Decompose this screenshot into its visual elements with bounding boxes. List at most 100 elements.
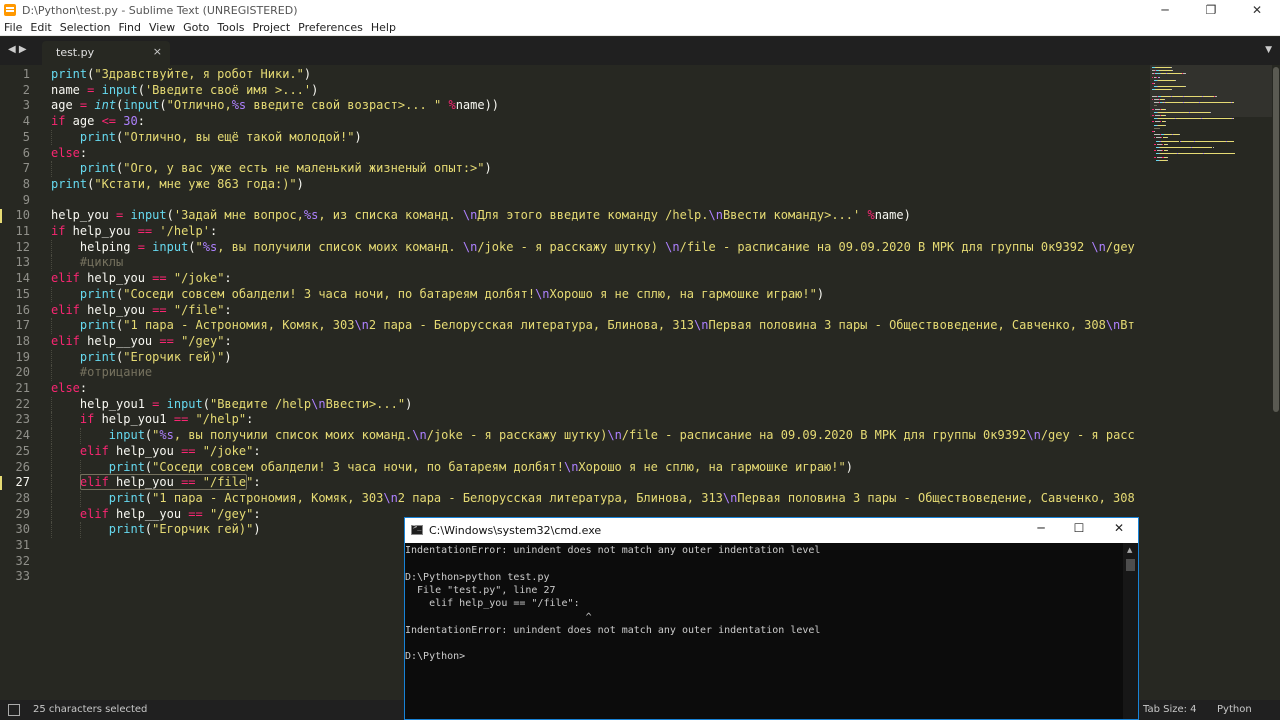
line-number: 20 [15, 365, 30, 380]
menu-selection[interactable]: Selection [56, 21, 115, 34]
code-token: /joke - я расскажу шутку) [477, 239, 666, 254]
indent-guide [51, 129, 52, 146]
code-token: elif [51, 302, 80, 317]
tab-test-py[interactable]: test.py × [42, 41, 170, 65]
minimize-button[interactable]: ─ [1142, 0, 1188, 20]
code-line: print("Соседи совсем обалдели! 3 часа но… [51, 287, 824, 303]
cmd-scrollbar[interactable]: ▲ [1123, 543, 1138, 719]
code-token: /gey - я расс [1040, 428, 1135, 443]
cmd-window[interactable]: C:\Windows\system32\cmd.exe ─ ☐ ✕ Indent… [404, 517, 1139, 720]
code-token: "Отлично, вы ещё такой молодой!" [123, 129, 355, 144]
code-token: ) [405, 396, 413, 411]
code-token: "1 пара - Астрономия, Комяк, 303 [123, 318, 355, 333]
code-line: help_you1 = input("Введите /help\nВвести… [51, 397, 412, 413]
line-number: 23 [15, 412, 30, 427]
code-token: : [253, 443, 261, 458]
code-token: print [51, 67, 88, 81]
cmd-output-line: IndentationError: unindent does not matc… [405, 545, 821, 556]
cmd-title-bar[interactable]: C:\Windows\system32\cmd.exe ─ ☐ ✕ [405, 518, 1138, 543]
cmd-scrollbar-thumb[interactable] [1126, 559, 1135, 571]
indent-guide [51, 349, 52, 366]
menu-preferences[interactable]: Preferences [294, 21, 367, 34]
scrollbar-thumb[interactable] [1273, 67, 1279, 412]
code-token: elif [51, 271, 80, 286]
minimap-line [1167, 143, 1168, 145]
restore-button[interactable]: ❐ [1188, 0, 1234, 20]
indent-guide [51, 475, 52, 491]
code-token: /file - расписание на 09.09.2020 В МРК д… [621, 428, 1027, 443]
minimap[interactable] [1150, 65, 1272, 700]
line-number: 21 [15, 381, 30, 395]
cmd-output[interactable]: IndentationError: unindent does not matc… [405, 543, 1123, 719]
minimap-line [1165, 121, 1166, 123]
line-number: 14 [15, 271, 30, 286]
code-token: print [108, 522, 145, 537]
cmd-title: C:\Windows\system32\cmd.exe [429, 524, 602, 537]
code-token: : [209, 224, 218, 238]
panel-switcher-icon[interactable] [8, 704, 20, 716]
indent-guide [79, 490, 81, 507]
menu-project[interactable]: Project [249, 21, 295, 34]
code-token: else [51, 145, 80, 160]
tab-size-status[interactable]: Tab Size: 4 [1143, 704, 1197, 715]
minimap-line [1166, 137, 1168, 139]
menu-help[interactable]: Help [367, 21, 400, 34]
cmd-minimize-button[interactable]: ─ [1026, 521, 1056, 535]
code-token: '/help' [159, 224, 210, 238]
syntax-status[interactable]: Python [1217, 704, 1252, 715]
indent-guide [51, 490, 52, 507]
vertical-scrollbar[interactable] [1272, 65, 1280, 700]
line-number: 16 [15, 302, 30, 317]
code-token: "/gey" [181, 333, 225, 348]
code-token: "Соседи совсем обалдели! 3 часа ночи, по… [123, 286, 536, 301]
code-token: \n [462, 208, 478, 223]
tab-close-icon[interactable]: × [153, 45, 162, 58]
menu-tools[interactable]: Tools [213, 21, 248, 34]
menu-find[interactable]: Find [114, 21, 145, 34]
line-number: 5 [22, 129, 30, 144]
cmd-output-line: IndentationError: unindent does not matc… [405, 624, 821, 636]
indent-guide [51, 161, 52, 177]
minimap-line [1154, 127, 1160, 129]
close-button[interactable]: ✕ [1234, 0, 1280, 20]
code-line: name = input('Введите своё имя >...') [51, 83, 318, 99]
minimap-line [1171, 70, 1173, 72]
tab-list-dropdown-icon[interactable]: ▼ [1265, 45, 1272, 55]
code-token: print [51, 176, 88, 191]
code-token: Первая половина 3 пары - Обществоведение… [708, 318, 1106, 333]
code-token: /joke - я расскажу шутку) [426, 428, 608, 443]
indent-guide [51, 412, 52, 429]
menu-edit[interactable]: Edit [26, 21, 55, 34]
menu-view[interactable]: View [145, 21, 179, 34]
minimap-line [1154, 83, 1155, 84]
menu-goto[interactable]: Goto [179, 21, 213, 34]
line-number: 7 [22, 161, 30, 176]
code-line: elif help__you == "/gey": [51, 507, 261, 523]
code-line: help_you = input('Задай мне вопрос,%s, и… [51, 208, 911, 224]
menu-file[interactable]: File [0, 21, 26, 34]
tab-title: test.py [56, 46, 95, 59]
code-token: help_you [65, 224, 138, 238]
cmd-scroll-up-icon[interactable]: ▲ [1127, 546, 1132, 554]
code-token: "1 пара - Астрономия, Комяк, 303 [152, 490, 384, 505]
tab-bar: ◀ ▶ test.py × ▼ [0, 37, 1280, 65]
minimap-line [1182, 73, 1187, 75]
code-line: input("%s, вы получили список моих коман… [51, 428, 1135, 444]
cmd-maximize-button[interactable]: ☐ [1064, 521, 1094, 535]
minimap-line [1167, 156, 1168, 158]
code-token: == [159, 333, 174, 348]
code-token: " [195, 239, 203, 254]
code-token: : [137, 114, 145, 129]
line-number: 18 [15, 333, 30, 348]
code-token: : [253, 475, 261, 490]
tab-nav-arrows-icon[interactable]: ◀ ▶ [8, 44, 27, 55]
minimap-line [1157, 79, 1176, 81]
cmd-close-button[interactable]: ✕ [1104, 521, 1134, 535]
code-token: help_you [79, 302, 153, 317]
code-token: "/gey" [209, 506, 254, 521]
